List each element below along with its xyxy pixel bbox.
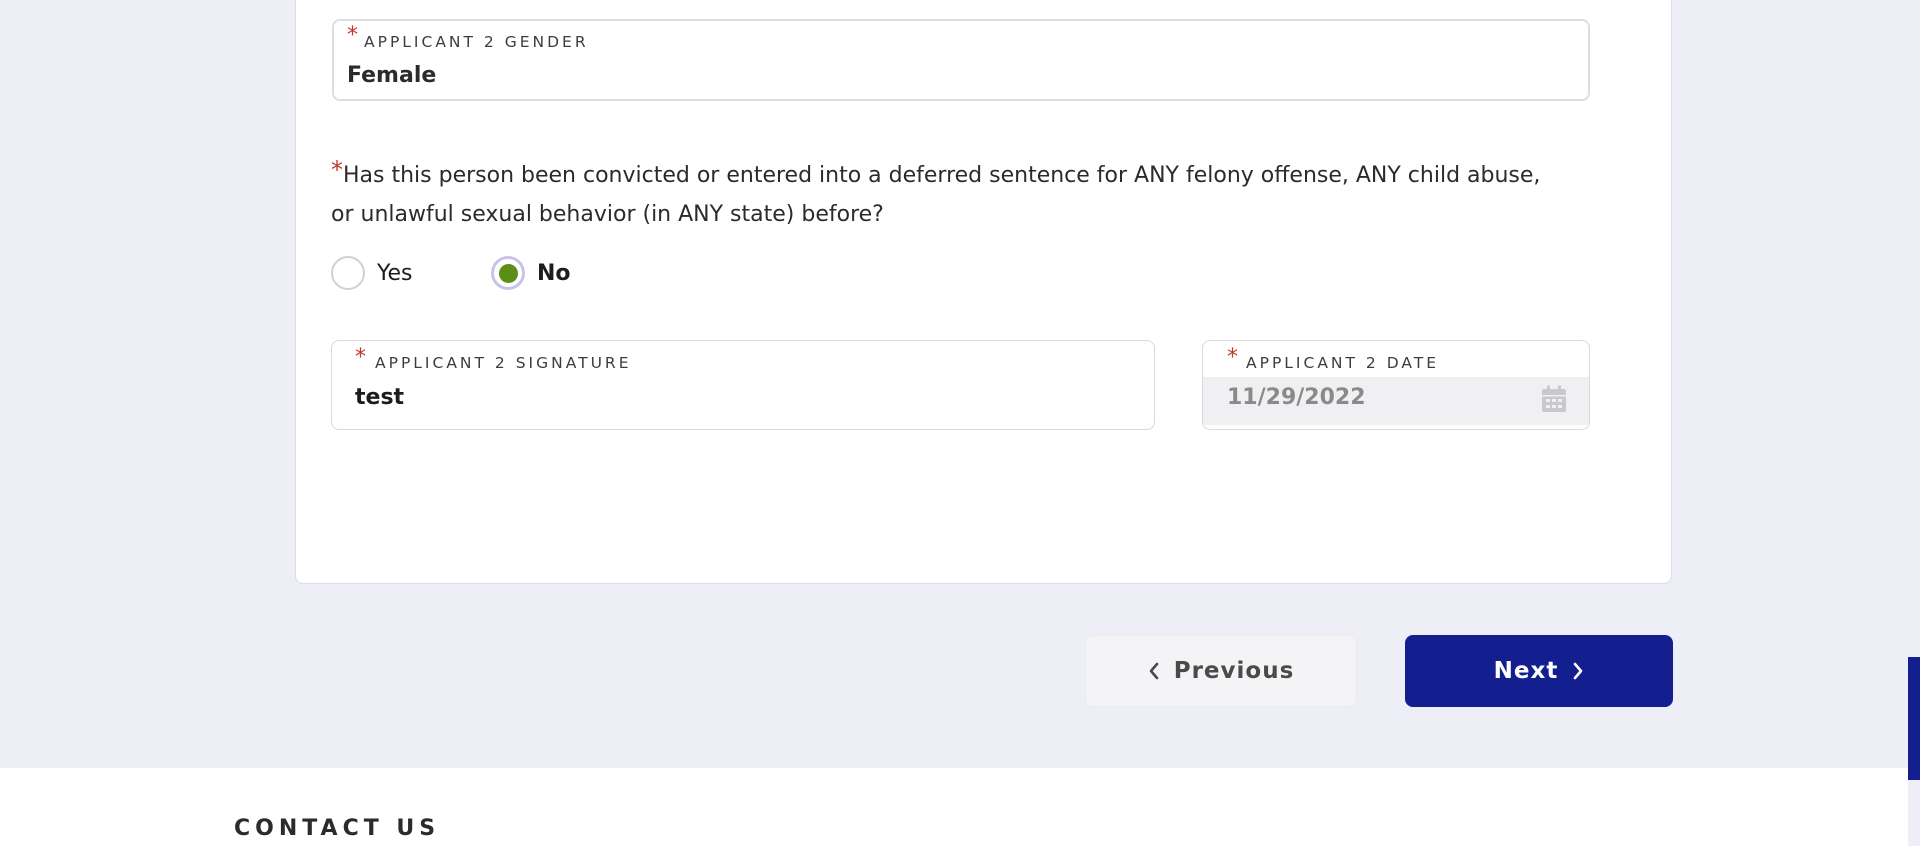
required-asterisk: * — [1227, 345, 1238, 370]
applicant-2-signature-label: APPLICANT 2 SIGNATURE — [375, 354, 632, 372]
applicant-2-date-value: 11/29/2022 — [1227, 385, 1366, 410]
page-scrollbar[interactable] — [1908, 0, 1920, 846]
required-asterisk: * — [347, 23, 358, 48]
applicant-2-date-field[interactable]: * APPLICANT 2 DATE 11/29/2022 — [1202, 340, 1590, 430]
contact-us-heading: CONTACT US — [234, 816, 441, 841]
calendar-icon[interactable] — [1541, 385, 1567, 413]
applicant-2-gender-value: Female — [347, 63, 437, 88]
applicant-2-date-label: APPLICANT 2 DATE — [1246, 354, 1440, 372]
radio-no-button[interactable] — [491, 256, 525, 290]
radio-option-no[interactable]: No — [491, 254, 571, 292]
radio-option-yes[interactable]: Yes — [331, 254, 413, 292]
scrollbar-thumb[interactable] — [1908, 657, 1920, 780]
felony-question-line-1: Has this person been convicted or entere… — [343, 163, 1541, 188]
form-card: * APPLICANT 2 GENDER Female * APPLICANT … — [295, 0, 1672, 584]
felony-question-line-2: or unlawful sexual behavior (in ANY stat… — [331, 202, 884, 227]
required-asterisk: * — [331, 156, 343, 184]
felony-question: *Has this person been convicted or enter… — [331, 151, 1631, 234]
chevron-left-icon — [1149, 662, 1159, 680]
applicant-2-signature-field[interactable]: * APPLICANT 2 SIGNATURE test — [331, 340, 1155, 430]
radio-no-label[interactable]: No — [537, 261, 571, 286]
footer: CONTACT US — [0, 768, 1908, 846]
chevron-right-icon — [1574, 662, 1583, 680]
next-button[interactable]: Next — [1405, 635, 1673, 707]
applicant-2-signature-input[interactable]: test — [355, 385, 404, 410]
radio-yes-button[interactable] — [331, 256, 365, 290]
required-asterisk: * — [355, 345, 366, 370]
applicant-2-gender-label: APPLICANT 2 GENDER — [364, 33, 589, 51]
previous-button-label: Previous — [1173, 658, 1295, 684]
applicant-2-gender-field[interactable]: * APPLICANT 2 GENDER Female — [332, 19, 1590, 101]
next-button-label: Next — [1493, 658, 1559, 684]
applicant-2-date-input[interactable]: 11/29/2022 — [1203, 377, 1589, 425]
previous-button[interactable]: Previous — [1085, 635, 1357, 707]
radio-yes-label[interactable]: Yes — [377, 261, 413, 286]
